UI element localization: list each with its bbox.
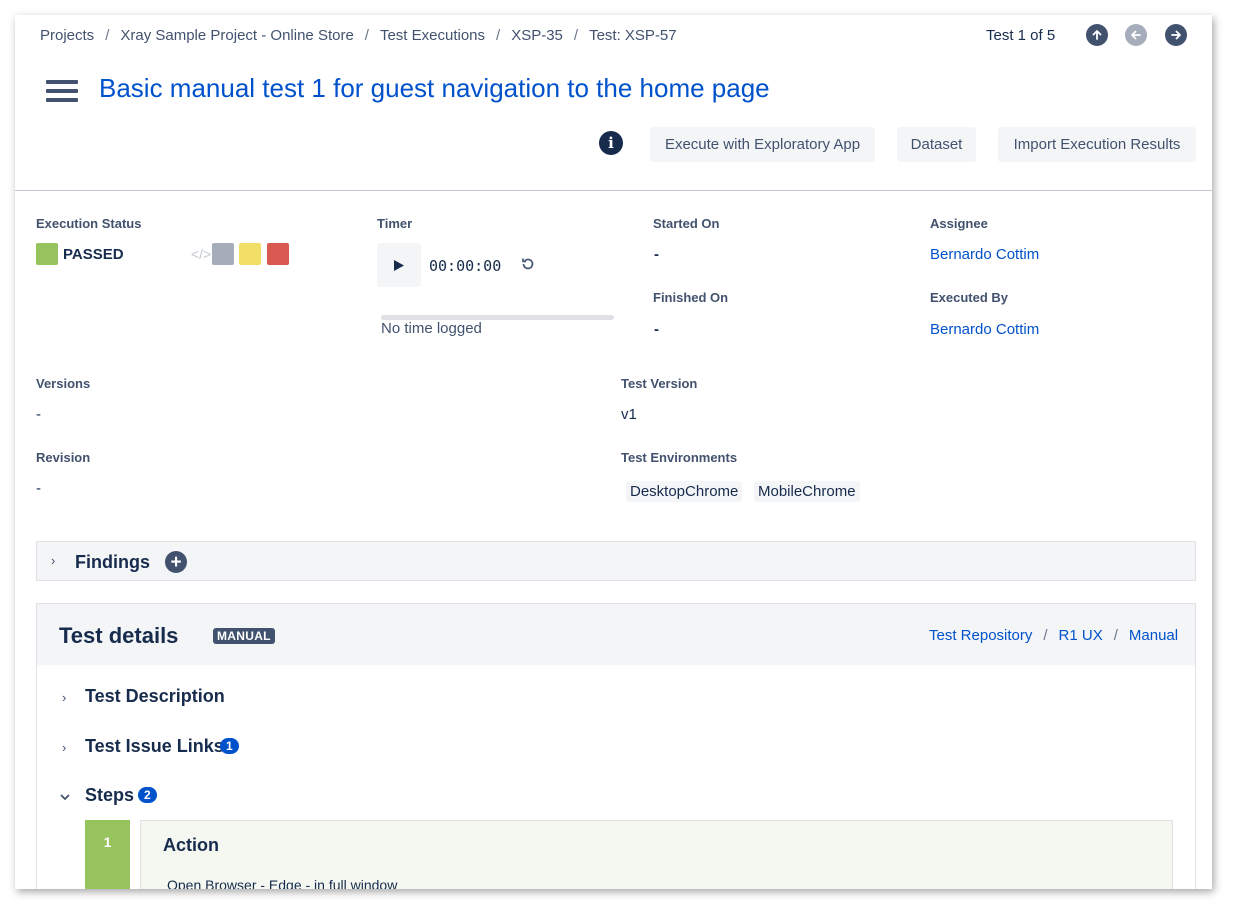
repository-path-root[interactable]: Test Repository bbox=[929, 627, 1032, 644]
add-finding-icon[interactable]: + bbox=[165, 551, 187, 573]
menu-icon[interactable] bbox=[46, 80, 78, 102]
arrow-up-icon[interactable] bbox=[1086, 24, 1108, 46]
repository-path: Test Repository / R1 UX / Manual bbox=[929, 627, 1179, 644]
repository-path-leaf[interactable]: Manual bbox=[1129, 627, 1178, 644]
assignee-link[interactable]: Bernardo Cottim bbox=[930, 246, 1039, 263]
play-icon[interactable] bbox=[377, 243, 421, 287]
started-on-value: - bbox=[654, 246, 659, 263]
code-icon[interactable]: </> bbox=[191, 246, 211, 262]
executed-by-link[interactable]: Bernardo Cottim bbox=[930, 321, 1039, 338]
breadcrumb-project[interactable]: Xray Sample Project - Online Store bbox=[120, 27, 353, 44]
test-environments-label: Test Environments bbox=[621, 450, 738, 465]
test-type-badge: MANUAL bbox=[213, 628, 275, 644]
page-title: Basic manual test 1 for guest navigation… bbox=[99, 73, 770, 103]
import-results-button[interactable]: Import Execution Results bbox=[998, 127, 1196, 162]
status-executing-button[interactable] bbox=[239, 243, 261, 265]
divider bbox=[15, 190, 1212, 191]
environment-chip: MobileChrome bbox=[754, 481, 860, 502]
findings-section[interactable]: › Findings + bbox=[36, 541, 1196, 581]
environment-chip: DesktopChrome bbox=[626, 481, 743, 502]
revision-value: - bbox=[36, 480, 41, 497]
findings-label: Findings bbox=[75, 552, 150, 572]
timer-label: Timer bbox=[377, 216, 413, 231]
step-number: 1 bbox=[85, 820, 130, 889]
chevron-right-icon[interactable]: › bbox=[62, 690, 66, 705]
breadcrumb: Projects / Xray Sample Project - Online St… bbox=[40, 27, 677, 44]
execution-status-label: Execution Status bbox=[36, 216, 142, 231]
chevron-right-icon[interactable]: › bbox=[62, 740, 66, 755]
dataset-button[interactable]: Dataset bbox=[897, 127, 976, 162]
chevron-right-icon[interactable]: › bbox=[51, 553, 55, 568]
finished-on-label: Finished On bbox=[653, 290, 729, 305]
issue-links-count: 1 bbox=[220, 738, 239, 754]
finished-on-value: - bbox=[654, 321, 659, 338]
test-position-label: Test 1 of 5 bbox=[986, 27, 1056, 44]
arrow-right-icon[interactable] bbox=[1165, 24, 1187, 46]
test-execution-panel: Projects / Xray Sample Project - Online St… bbox=[15, 15, 1212, 889]
breadcrumb-projects[interactable]: Projects bbox=[40, 27, 94, 44]
test-details-panel: Test details MANUAL Test Repository / R1 U… bbox=[36, 603, 1196, 889]
test-version-value: v1 bbox=[621, 406, 637, 423]
test-issue-links-toggle[interactable]: Test Issue Links bbox=[85, 736, 224, 757]
execution-status-value[interactable]: PASSED bbox=[63, 246, 124, 263]
steps-count: 2 bbox=[138, 787, 157, 803]
step-action-heading: Action bbox=[163, 835, 219, 855]
status-color-swatch bbox=[36, 243, 58, 265]
repository-path-folder[interactable]: R1 UX bbox=[1059, 627, 1103, 644]
step-action-text: Open Browser - Edge - in full window bbox=[167, 877, 398, 889]
breadcrumb-test-executions[interactable]: Test Executions bbox=[380, 27, 485, 44]
versions-label: Versions bbox=[36, 376, 91, 391]
timer-value: 00:00:00 bbox=[429, 257, 502, 275]
step-card: Action Open Browser - Edge - in full win… bbox=[140, 820, 1173, 889]
status-failed-button[interactable] bbox=[267, 243, 289, 265]
test-details-title: Test details bbox=[59, 623, 179, 648]
time-logged-text: No time logged bbox=[381, 320, 482, 337]
chevron-down-icon[interactable] bbox=[59, 789, 71, 807]
started-on-label: Started On bbox=[653, 216, 720, 231]
breadcrumb-execution[interactable]: XSP-35 bbox=[511, 27, 563, 44]
assignee-label: Assignee bbox=[930, 216, 988, 231]
test-details-header: Test details MANUAL Test Repository / R1 U… bbox=[37, 604, 1195, 665]
test-version-label: Test Version bbox=[621, 376, 698, 391]
versions-value: - bbox=[36, 406, 41, 423]
steps-toggle[interactable]: Steps bbox=[85, 785, 134, 806]
breadcrumb-test[interactable]: Test: XSP-57 bbox=[589, 27, 677, 44]
test-description-toggle[interactable]: Test Description bbox=[85, 686, 225, 707]
info-icon[interactable]: i bbox=[599, 131, 623, 155]
arrow-left-icon[interactable] bbox=[1125, 24, 1147, 46]
execute-exploratory-button[interactable]: Execute with Exploratory App bbox=[650, 127, 875, 162]
reset-icon[interactable] bbox=[520, 256, 536, 277]
executed-by-label: Executed By bbox=[930, 290, 1009, 305]
revision-label: Revision bbox=[36, 450, 91, 465]
status-todo-button[interactable] bbox=[212, 243, 234, 265]
